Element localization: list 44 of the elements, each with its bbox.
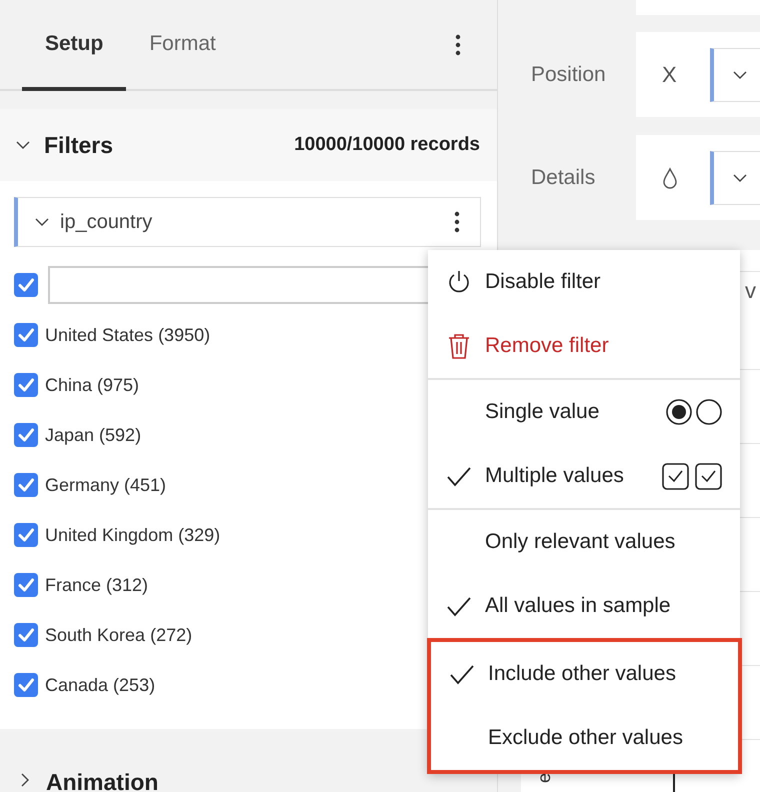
chart-title: v <box>745 278 756 304</box>
section-title: Filters <box>44 132 114 158</box>
menu-item[interactable]: Only relevant values <box>428 510 740 574</box>
value-label: United Kingdom (329) <box>45 524 220 546</box>
menu-item[interactable]: Exclude other values <box>431 706 738 770</box>
checkbox[interactable] <box>14 273 38 297</box>
filter-header[interactable]: ip_country <box>14 197 481 247</box>
value-label: United States (3950) <box>45 324 210 346</box>
value-label: Germany (451) <box>45 474 166 496</box>
encoding-label: Position <box>531 62 607 86</box>
menu-item[interactable]: Multiple values <box>428 444 740 508</box>
record-count: 10000/10000 records <box>294 134 480 156</box>
channel-label: X <box>662 62 677 88</box>
axis-label: e <box>535 773 553 783</box>
value-label: France (312) <box>45 574 148 596</box>
value-label: Japan (592) <box>45 424 142 446</box>
checkbox[interactable] <box>14 423 38 447</box>
menu-item[interactable]: Remove filter <box>428 314 740 378</box>
menu-item[interactable]: Disable filter <box>428 250 740 314</box>
more-options-icon[interactable] <box>455 34 461 56</box>
tab[interactable]: Format <box>126 0 239 91</box>
section-title: Animation <box>46 769 158 792</box>
filter-name: ip_country <box>60 210 152 234</box>
power-icon <box>446 269 472 295</box>
radio-buttons-icon <box>664 397 724 427</box>
checkboxes-icon <box>662 462 724 490</box>
value-label: Canada (253) <box>45 674 156 696</box>
menu-item[interactable]: Include other values <box>431 642 738 706</box>
tab[interactable]: Setup <box>22 0 126 91</box>
checkbox[interactable] <box>14 473 38 497</box>
droplet-icon <box>662 166 678 188</box>
checkbox[interactable] <box>14 323 38 347</box>
value-label: China (975) <box>45 374 140 396</box>
checkbox[interactable] <box>14 573 38 597</box>
checkbox[interactable] <box>14 373 38 397</box>
value-label: South Korea (272) <box>45 624 192 646</box>
trash-icon <box>446 332 472 360</box>
menu-item[interactable]: All values in sample <box>428 574 740 638</box>
checkbox[interactable] <box>14 523 38 547</box>
checkbox[interactable] <box>14 623 38 647</box>
more-options-icon[interactable] <box>454 211 460 233</box>
menu-item[interactable]: Single value <box>428 380 740 444</box>
checkbox[interactable] <box>14 673 38 697</box>
encoding-label: Details <box>531 166 596 190</box>
